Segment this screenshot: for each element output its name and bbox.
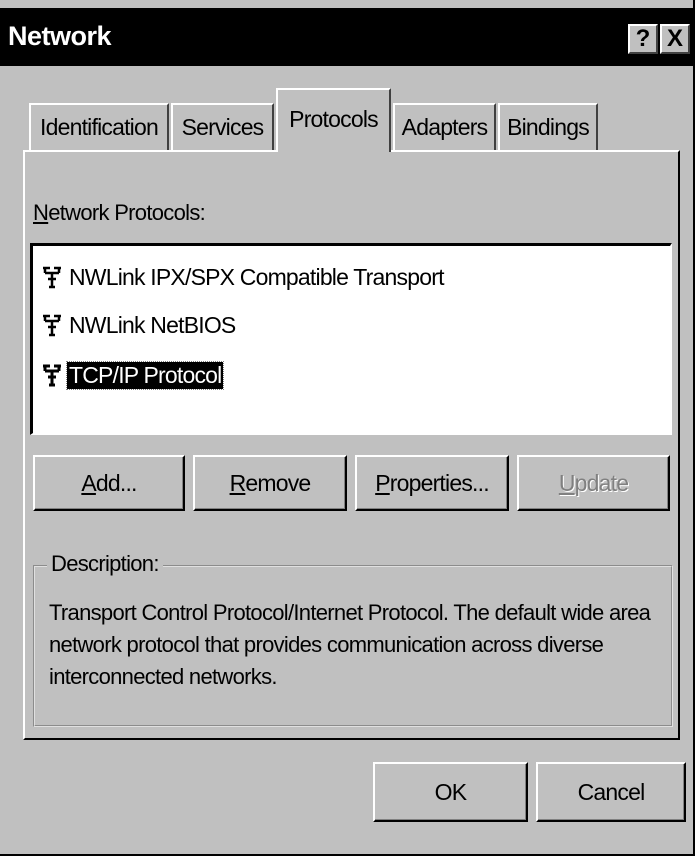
ok-button[interactable]: OK [373, 762, 528, 822]
properties-button[interactable]: Properties... [355, 455, 509, 511]
list-item-label: NWLink NetBIOS [69, 311, 236, 338]
description-legend: Description: [47, 551, 163, 577]
cancel-button[interactable]: Cancel [536, 762, 686, 822]
network-protocol-icon [43, 314, 61, 337]
description-text: Transport Control Protocol/Internet Prot… [49, 600, 651, 689]
tab-bindings[interactable]: Bindings [498, 103, 598, 151]
add-button[interactable]: Add... [33, 455, 185, 511]
list-item-nwlink-netbios[interactable]: NWLink NetBIOS [41, 308, 237, 342]
network-dialog: Network ? X Identification Services Prot… [0, 0, 695, 856]
remove-button[interactable]: Remove [193, 455, 347, 511]
tab-protocols[interactable]: Protocols [276, 88, 391, 152]
list-item-tcp-ip[interactable]: TCP/IP Protocol [41, 358, 225, 392]
network-protocol-icon [43, 364, 61, 387]
description-group: Description: Transport Control Protocol/… [33, 551, 673, 727]
list-item-label: TCP/IP Protocol [65, 360, 225, 390]
list-item-nwlink-ipx-spx[interactable]: NWLink IPX/SPX Compatible Transport [41, 260, 446, 294]
protocol-list[interactable]: NWLink IPX/SPX Compatible Transport NWLi… [30, 243, 672, 435]
tab-adapters[interactable]: Adapters [393, 103, 496, 151]
update-button[interactable]: Update [517, 455, 670, 511]
window-title: Network [8, 21, 112, 51]
tab-services[interactable]: Services [171, 103, 274, 151]
network-protocols-label: Network Protocols: [33, 200, 206, 225]
list-item-label: NWLink IPX/SPX Compatible Transport [69, 263, 444, 290]
title-bar[interactable]: Network ? X [0, 8, 695, 66]
help-button[interactable]: ? [628, 24, 658, 54]
close-button[interactable]: X [660, 24, 690, 54]
network-protocol-icon [43, 266, 61, 289]
tab-identification[interactable]: Identification [29, 103, 169, 151]
